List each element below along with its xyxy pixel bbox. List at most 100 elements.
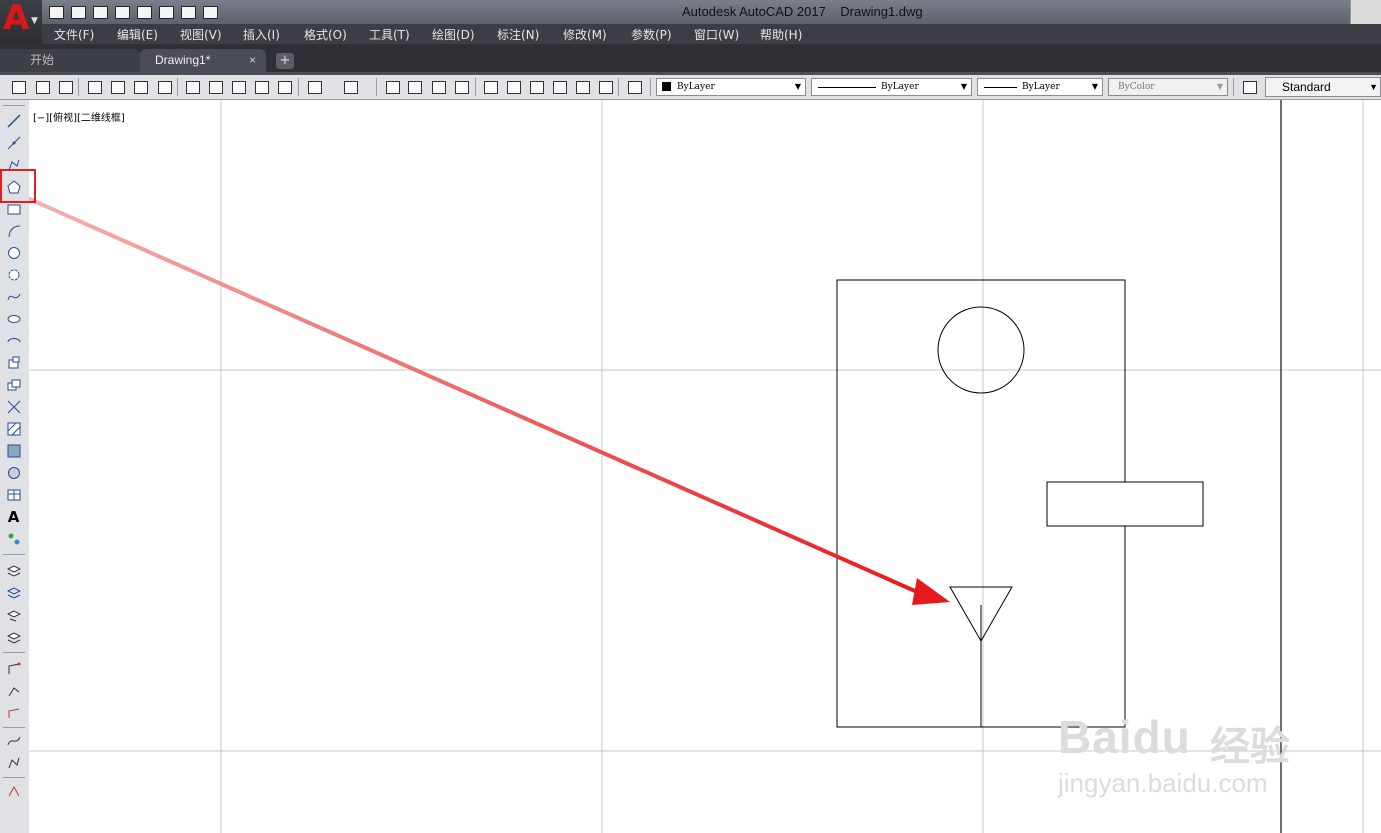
menu-tools[interactable]: 工具(T): [369, 26, 410, 43]
zoom-realtime-icon[interactable]: [406, 79, 422, 94]
menu-file[interactable]: 文件(F): [54, 26, 94, 43]
region-icon[interactable]: [6, 465, 21, 480]
quick-access-toolbar: [46, 2, 220, 22]
ellipse-icon[interactable]: [6, 311, 21, 326]
new-icon[interactable]: [10, 79, 26, 94]
tab-start-label: 开始: [30, 53, 55, 67]
markup-set-icon[interactable]: [574, 79, 590, 94]
tab-drawing1[interactable]: Drawing1* ×: [140, 49, 266, 72]
undo-icon[interactable]: [306, 79, 322, 94]
menu-help[interactable]: 帮助(H): [760, 26, 802, 43]
zoom-previous-icon[interactable]: [453, 79, 469, 94]
toolbar-separator: [177, 78, 178, 96]
line-icon[interactable]: [6, 113, 21, 128]
dimension-linear-icon[interactable]: [6, 661, 21, 676]
menu-modify[interactable]: 修改(M): [563, 26, 607, 43]
hatch-icon[interactable]: [6, 421, 21, 436]
menu-dimension[interactable]: 标注(N): [497, 26, 539, 43]
make-block-icon[interactable]: [6, 377, 21, 392]
text-style-value: Standard: [1282, 80, 1331, 94]
table-icon[interactable]: [6, 487, 21, 502]
draw-toolbar: A: [0, 100, 30, 833]
properties-icon[interactable]: [482, 79, 498, 94]
plot-icon[interactable]: [86, 79, 102, 94]
linetype-dropdown[interactable]: ByLayer ▼: [811, 78, 972, 96]
watermark-brand: Baidu: [1058, 711, 1191, 763]
customize-icon[interactable]: [200, 2, 220, 22]
layer-states-icon[interactable]: [6, 585, 21, 600]
help-icon[interactable]: [626, 79, 642, 94]
publish-icon[interactable]: [132, 79, 148, 94]
toolbar-separator: [3, 652, 25, 653]
menu-draw[interactable]: 绘图(D): [432, 26, 475, 43]
chevron-down-icon: ▼: [31, 16, 38, 26]
copy-icon[interactable]: [207, 79, 223, 94]
close-icon[interactable]: ×: [249, 49, 256, 72]
3d-print-icon[interactable]: [156, 79, 172, 94]
title-bar-right-panel[interactable]: [1350, 0, 1381, 24]
multiline-text-icon[interactable]: A: [6, 508, 21, 526]
design-center-icon[interactable]: [505, 79, 521, 94]
edit-hatch-icon[interactable]: [6, 783, 21, 798]
save-icon[interactable]: [57, 79, 73, 94]
dimension-aligned-icon[interactable]: [6, 683, 21, 698]
revision-cloud-icon[interactable]: [6, 267, 21, 282]
menu-window[interactable]: 窗口(W): [694, 26, 739, 43]
block-editor-icon[interactable]: [276, 79, 292, 94]
cut-icon[interactable]: [184, 79, 200, 94]
plot-preview-icon[interactable]: [109, 79, 125, 94]
sheet-set-icon[interactable]: [551, 79, 567, 94]
paste-icon[interactable]: [230, 79, 246, 94]
redo-icon[interactable]: [342, 79, 358, 94]
application-menu-button[interactable]: A ▼: [0, 0, 42, 44]
calculator-icon[interactable]: [597, 79, 613, 94]
ellipse-arc-icon[interactable]: [6, 333, 21, 348]
color-dropdown[interactable]: ByLayer ▼: [656, 78, 806, 96]
spline-icon[interactable]: [6, 289, 21, 304]
save-as-icon[interactable]: [112, 2, 132, 22]
match-properties-icon[interactable]: [253, 79, 269, 94]
edit-spline-icon[interactable]: [6, 733, 21, 748]
viewport-controls-label[interactable]: [−][俯视][二维线框]: [33, 109, 125, 124]
plot-icon[interactable]: [134, 2, 154, 22]
edit-polyline-icon[interactable]: [6, 755, 21, 770]
arc-icon[interactable]: [6, 223, 21, 238]
toolbar-separator: [3, 727, 25, 728]
zoom-window-icon[interactable]: [430, 79, 446, 94]
open-icon[interactable]: [68, 2, 88, 22]
point-icon[interactable]: [6, 399, 21, 414]
construction-line-icon[interactable]: [6, 135, 21, 150]
open-icon[interactable]: [34, 79, 50, 94]
rectangle-icon[interactable]: [6, 201, 21, 216]
menu-view[interactable]: 视图(V): [180, 26, 222, 43]
menu-edit[interactable]: 编辑(E): [117, 26, 158, 43]
dimension-arc-icon[interactable]: [6, 705, 21, 720]
redo-icon[interactable]: [178, 2, 198, 22]
tab-start[interactable]: 开始: [0, 49, 140, 72]
menu-insert[interactable]: 插入(I): [243, 26, 280, 43]
layer-isolate-icon[interactable]: [6, 629, 21, 644]
lineweight-dropdown[interactable]: ByLayer ▼: [977, 78, 1103, 96]
undo-icon[interactable]: [156, 2, 176, 22]
layer-icon[interactable]: [6, 563, 21, 578]
circle-icon[interactable]: [6, 245, 21, 260]
circle-shape: [937, 306, 1025, 394]
toolbar-separator: [475, 78, 476, 96]
insert-block-icon[interactable]: [6, 355, 21, 370]
save-icon[interactable]: [90, 2, 110, 22]
color-value: ByLayer: [677, 82, 715, 92]
new-icon[interactable]: [46, 2, 66, 22]
toolbar-separator: [618, 78, 619, 96]
text-style-dropdown[interactable]: Standard ▼: [1265, 77, 1381, 97]
text-style-icon[interactable]: [1241, 79, 1257, 94]
gradient-icon[interactable]: [6, 443, 21, 458]
plotstyle-dropdown[interactable]: ByColor ▼: [1108, 78, 1228, 96]
add-selected-icon[interactable]: [6, 531, 21, 546]
add-tab-button[interactable]: +: [276, 53, 294, 69]
pan-icon[interactable]: [384, 79, 400, 94]
drawing-geometry: [836, 279, 1204, 728]
menu-format[interactable]: 格式(O): [304, 26, 347, 43]
menu-parametric[interactable]: 参数(P): [631, 26, 672, 43]
layer-previous-icon[interactable]: [6, 607, 21, 622]
tool-palettes-icon[interactable]: [528, 79, 544, 94]
